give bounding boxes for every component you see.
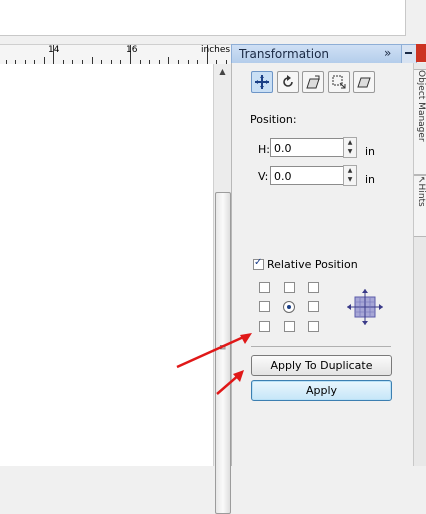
ruler-units: inches xyxy=(201,45,231,55)
size-tool-button[interactable] xyxy=(328,71,350,93)
position-tool-button[interactable] xyxy=(251,71,273,93)
tab-hints[interactable]: ↖Hints xyxy=(414,175,426,237)
skew-icon xyxy=(357,77,371,88)
v-unit-label: in xyxy=(365,173,376,186)
docker-tab-strip: Object Manager ↖Hints xyxy=(413,63,426,466)
ruler-label-16: 16 xyxy=(126,45,138,55)
rotate-tool-button[interactable] xyxy=(277,71,299,93)
skew-tool-button[interactable] xyxy=(353,71,375,93)
h-position-input[interactable]: 0.0 xyxy=(270,138,344,157)
docker-title: Transformation xyxy=(239,47,330,61)
relative-position-label: Relative Position xyxy=(267,258,358,271)
horizontal-ruler[interactable]: 14 16 inches xyxy=(0,44,231,65)
anchor-top-left-checkbox[interactable] xyxy=(259,282,270,293)
position-icon xyxy=(255,75,269,89)
spin-down-icon[interactable]: ▼ xyxy=(344,147,356,156)
anchor-top-center-checkbox[interactable] xyxy=(284,282,295,293)
scale-tool-button[interactable] xyxy=(302,71,324,93)
anchor-middle-right-checkbox[interactable] xyxy=(308,301,319,312)
close-docker-icon[interactable] xyxy=(416,44,426,62)
h-position-spinner[interactable]: ▲ ▼ xyxy=(343,137,357,158)
v-position-input[interactable]: 0.0 xyxy=(270,166,344,185)
tab-hints-label: Hints xyxy=(416,183,426,207)
vertical-scrollbar[interactable]: ▲ ≡ xyxy=(213,64,231,514)
scale-icon xyxy=(306,75,320,89)
anchor-bottom-left-checkbox[interactable] xyxy=(259,321,270,332)
h-unit-label: in xyxy=(365,145,376,158)
v-position-spinner[interactable]: ▲ ▼ xyxy=(343,165,357,186)
spin-up-icon[interactable]: ▲ xyxy=(344,166,356,175)
expand-icon[interactable]: » xyxy=(384,46,391,60)
anchor-middle-left-checkbox[interactable] xyxy=(259,301,270,312)
v-label: V: xyxy=(258,170,269,183)
tab-object-manager[interactable]: Object Manager xyxy=(414,69,426,175)
divider xyxy=(251,346,391,347)
spin-up-icon[interactable]: ▲ xyxy=(344,138,356,147)
drawing-canvas[interactable] xyxy=(0,64,213,466)
anchor-bottom-right-checkbox[interactable] xyxy=(308,321,319,332)
h-label: H: xyxy=(258,143,270,156)
spin-down-icon[interactable]: ▼ xyxy=(344,175,356,184)
position-heading: Position: xyxy=(250,113,297,126)
top-input-area[interactable] xyxy=(0,0,406,36)
rotate-icon xyxy=(283,75,293,87)
docker-header[interactable]: Transformation » xyxy=(231,44,403,64)
apply-button[interactable]: Apply xyxy=(251,380,392,401)
hints-cursor-icon: ↖ xyxy=(416,176,426,184)
scroll-up-icon[interactable]: ▲ xyxy=(215,64,230,79)
minimize-docker-icon[interactable] xyxy=(401,44,417,64)
annotation-arrows xyxy=(176,333,252,395)
anchor-top-right-checkbox[interactable] xyxy=(308,282,319,293)
size-icon xyxy=(332,75,346,89)
anchor-preview-icon xyxy=(347,289,383,325)
apply-to-duplicate-button[interactable]: Apply To Duplicate xyxy=(251,355,392,376)
relative-position-checkbox[interactable] xyxy=(253,257,264,270)
anchor-center-radio[interactable] xyxy=(283,301,295,313)
ruler-label-14: 14 xyxy=(48,45,60,55)
anchor-bottom-center-checkbox[interactable] xyxy=(284,321,295,332)
